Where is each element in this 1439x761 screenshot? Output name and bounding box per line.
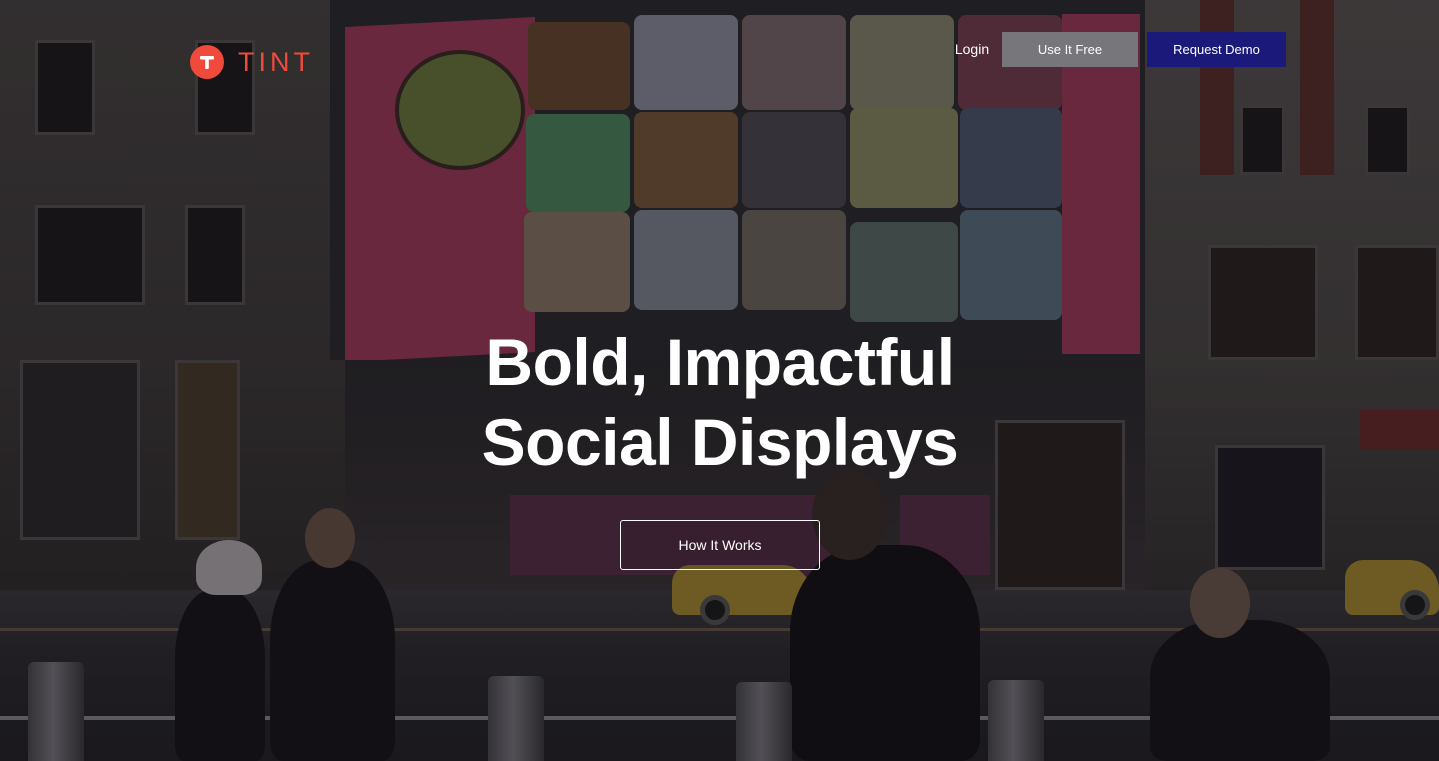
hero-title-line-1: Bold, Impactful [485,325,955,399]
use-it-free-button[interactable]: Use It Free [1002,32,1138,67]
tint-t-logo-icon [190,45,224,79]
hero-title-line-2: Social Displays [481,405,959,479]
brand-logo-link[interactable]: TINT [190,45,314,79]
login-link[interactable]: Login [948,38,996,60]
how-it-works-button[interactable]: How It Works [620,520,820,570]
request-demo-button[interactable]: Request Demo [1147,32,1286,67]
brand-name: TINT [238,46,314,77]
hero-title: Bold, Impactful Social Displays [420,322,1020,482]
